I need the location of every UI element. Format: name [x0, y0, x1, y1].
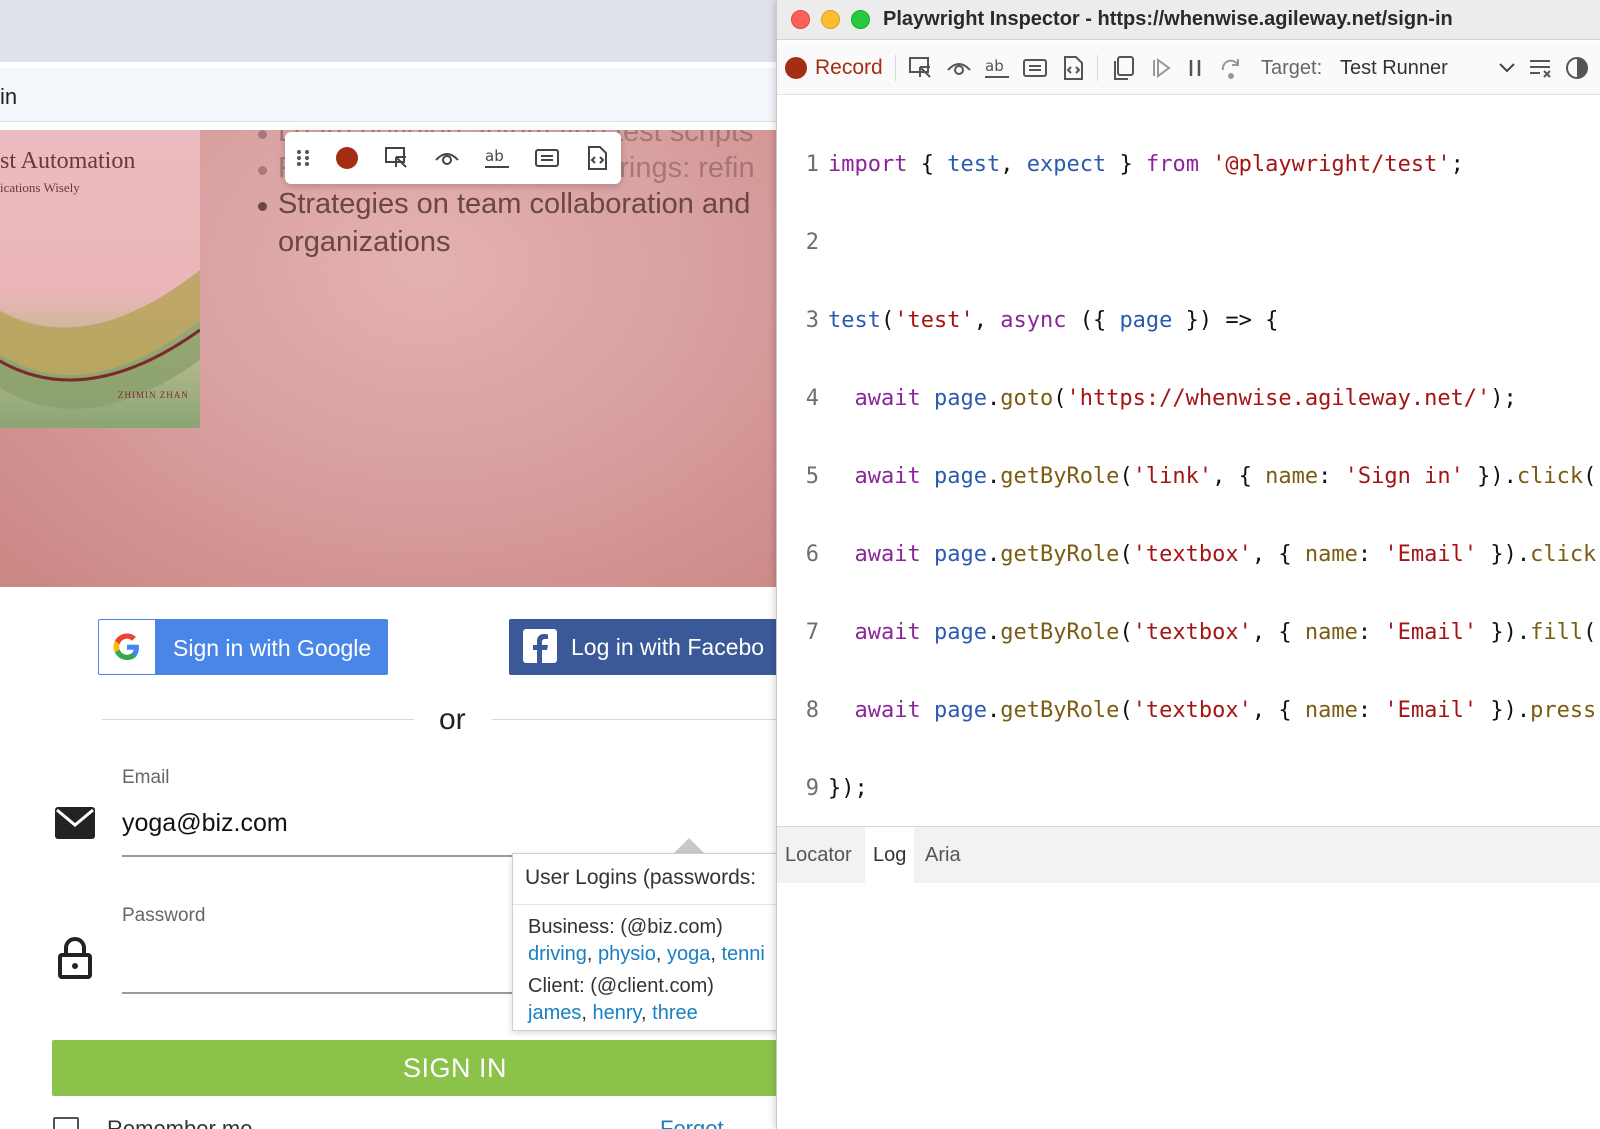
tab-aria[interactable]: Aria — [917, 827, 969, 884]
client-label: Client: (@client.com) — [528, 975, 714, 997]
minimize-window-button[interactable] — [821, 10, 840, 29]
book-cover: st Automation ications Wisely ZHIMIN ZHA… — [0, 130, 200, 428]
popover-arrow — [673, 838, 705, 854]
code-line: 4 await page.goto('https://whenwise.agil… — [805, 386, 1517, 411]
login-link-yoga[interactable]: yoga — [667, 943, 710, 965]
assert-value-icon[interactable] — [531, 142, 563, 174]
record-button[interactable]: Record — [815, 56, 883, 80]
divider — [513, 904, 776, 905]
code-line: 8 await page.getByRole('textbox', { name… — [805, 698, 1600, 723]
zoom-window-button[interactable] — [851, 10, 870, 29]
login-link-tennis[interactable]: tenni — [721, 943, 764, 965]
theme-toggle-icon[interactable] — [1563, 54, 1591, 82]
code-line: 5 await page.getByRole('link', { name: '… — [805, 464, 1600, 489]
divider — [492, 719, 776, 720]
code-line: 2 — [805, 230, 819, 255]
assert-text-icon[interactable]: ab — [983, 54, 1011, 82]
login-link-james[interactable]: james — [528, 1002, 581, 1024]
facebook-logo-icon — [523, 629, 557, 663]
login-link-three[interactable]: three — [652, 1002, 698, 1024]
target-label: Target: — [1261, 57, 1323, 79]
popover-title: User Logins (passwords: — [525, 866, 757, 889]
pick-locator-icon[interactable] — [381, 142, 413, 174]
google-logo-icon — [99, 620, 155, 674]
assert-snapshot-icon[interactable] — [1059, 54, 1087, 82]
window-title: Playwright Inspector - https://whenwise.… — [883, 8, 1453, 30]
envelope-icon — [55, 807, 95, 844]
assert-text-icon[interactable]: ab — [481, 142, 513, 174]
client-links: james, henry, three — [528, 1002, 698, 1024]
code-line: 6 await page.getByRole('textbox', { name… — [805, 542, 1600, 567]
tab-log[interactable]: Log — [865, 827, 915, 884]
business-links: driving, physio, yoga, tenni — [528, 943, 765, 965]
email-label: Email — [122, 767, 170, 788]
pause-icon[interactable] — [1181, 54, 1209, 82]
sign-in-button[interactable]: SIGN IN — [52, 1040, 776, 1096]
remember-me-label: Remember me — [107, 1116, 253, 1129]
hero-bullet-continued: organizations — [278, 226, 451, 258]
assert-visibility-icon[interactable] — [945, 54, 973, 82]
toolbar-separator — [895, 55, 896, 81]
book-author: ZHIMIN ZHAN — [118, 390, 189, 400]
hero-bullet: Strategies on team collaboration and — [257, 188, 751, 220]
pick-locator-icon[interactable] — [907, 54, 935, 82]
book-title: st Automation — [0, 148, 136, 174]
step-over-icon[interactable] — [1217, 54, 1245, 82]
record-icon[interactable] — [785, 57, 807, 79]
log-panel — [777, 883, 1600, 1129]
address-text: in — [0, 84, 18, 109]
facebook-login-button[interactable]: Log in with Facebo — [509, 619, 776, 675]
code-line: 1 import { test, expect } from '@playwrig… — [805, 152, 1464, 177]
toolbar-separator — [1097, 55, 1098, 81]
book-subtitle: ications Wisely — [0, 180, 80, 195]
code-line: 3 test('test', async ({ page }) => { — [805, 308, 1279, 333]
divider — [102, 719, 414, 720]
close-window-button[interactable] — [791, 10, 810, 29]
lock-icon — [58, 937, 92, 984]
google-sign-in-button[interactable]: Sign in with Google — [98, 619, 388, 675]
assert-snapshot-icon[interactable] — [581, 142, 613, 174]
google-button-label: Sign in with Google — [173, 635, 372, 661]
browser-window: in st Automation ications Wisely ZHIMIN … — [0, 0, 776, 1129]
browser-tab-strip — [0, 0, 776, 62]
business-label: Business: (@biz.com) — [528, 916, 723, 938]
svg-text:ab: ab — [985, 57, 1004, 75]
target-select[interactable]: Test Runner — [1340, 57, 1448, 80]
inspector-toolbar: Record ab Target: Test Runner — [777, 41, 1600, 95]
record-icon[interactable] — [331, 142, 363, 174]
resume-icon[interactable] — [1147, 54, 1175, 82]
hero-banner: st Automation ications Wisely ZHIMIN ZHA… — [0, 130, 776, 587]
clear-icon[interactable] — [1527, 54, 1555, 82]
password-field[interactable] — [122, 943, 502, 983]
assert-value-icon[interactable] — [1021, 54, 1049, 82]
login-link-physio[interactable]: physio — [598, 943, 656, 965]
window-titlebar: Playwright Inspector - https://whenwise.… — [777, 0, 1600, 40]
sign-in-label: SIGN IN — [403, 1053, 508, 1083]
remember-me-checkbox[interactable] — [53, 1117, 79, 1129]
recorder-overlay-toolbar: ab — [285, 132, 621, 184]
login-link-henry[interactable]: henry — [592, 1002, 641, 1024]
inspector-tabs: Locator Log Aria — [777, 826, 1600, 884]
password-label: Password — [122, 905, 206, 926]
address-bar[interactable]: in — [0, 68, 776, 122]
or-separator: or — [439, 703, 466, 736]
code-line: 7 await page.getByRole('textbox', { name… — [805, 620, 1600, 645]
login-link-driving[interactable]: driving — [528, 943, 587, 965]
chevron-down-icon[interactable] — [1493, 54, 1521, 82]
tab-locator[interactable]: Locator — [777, 827, 860, 884]
copy-icon[interactable] — [1109, 54, 1137, 82]
drag-handle-icon[interactable] — [287, 142, 319, 174]
assert-visibility-icon[interactable] — [431, 142, 463, 174]
code-line: 9}); — [805, 776, 868, 801]
login-section: Sign in with Google Log in with Facebo o… — [0, 587, 776, 1129]
svg-text:ab: ab — [485, 147, 504, 165]
facebook-button-label: Log in with Facebo — [571, 634, 765, 660]
email-field[interactable]: yoga@biz.com — [122, 809, 288, 838]
code-editor[interactable]: 1 import { test, expect } from '@playwrig… — [777, 101, 1600, 826]
forgot-password-link[interactable]: Forgot pass — [660, 1116, 776, 1129]
user-logins-popover: User Logins (passwords: Business: (@biz.… — [512, 853, 776, 1031]
playwright-inspector-window: Playwright Inspector - https://whenwise.… — [776, 0, 1600, 1129]
